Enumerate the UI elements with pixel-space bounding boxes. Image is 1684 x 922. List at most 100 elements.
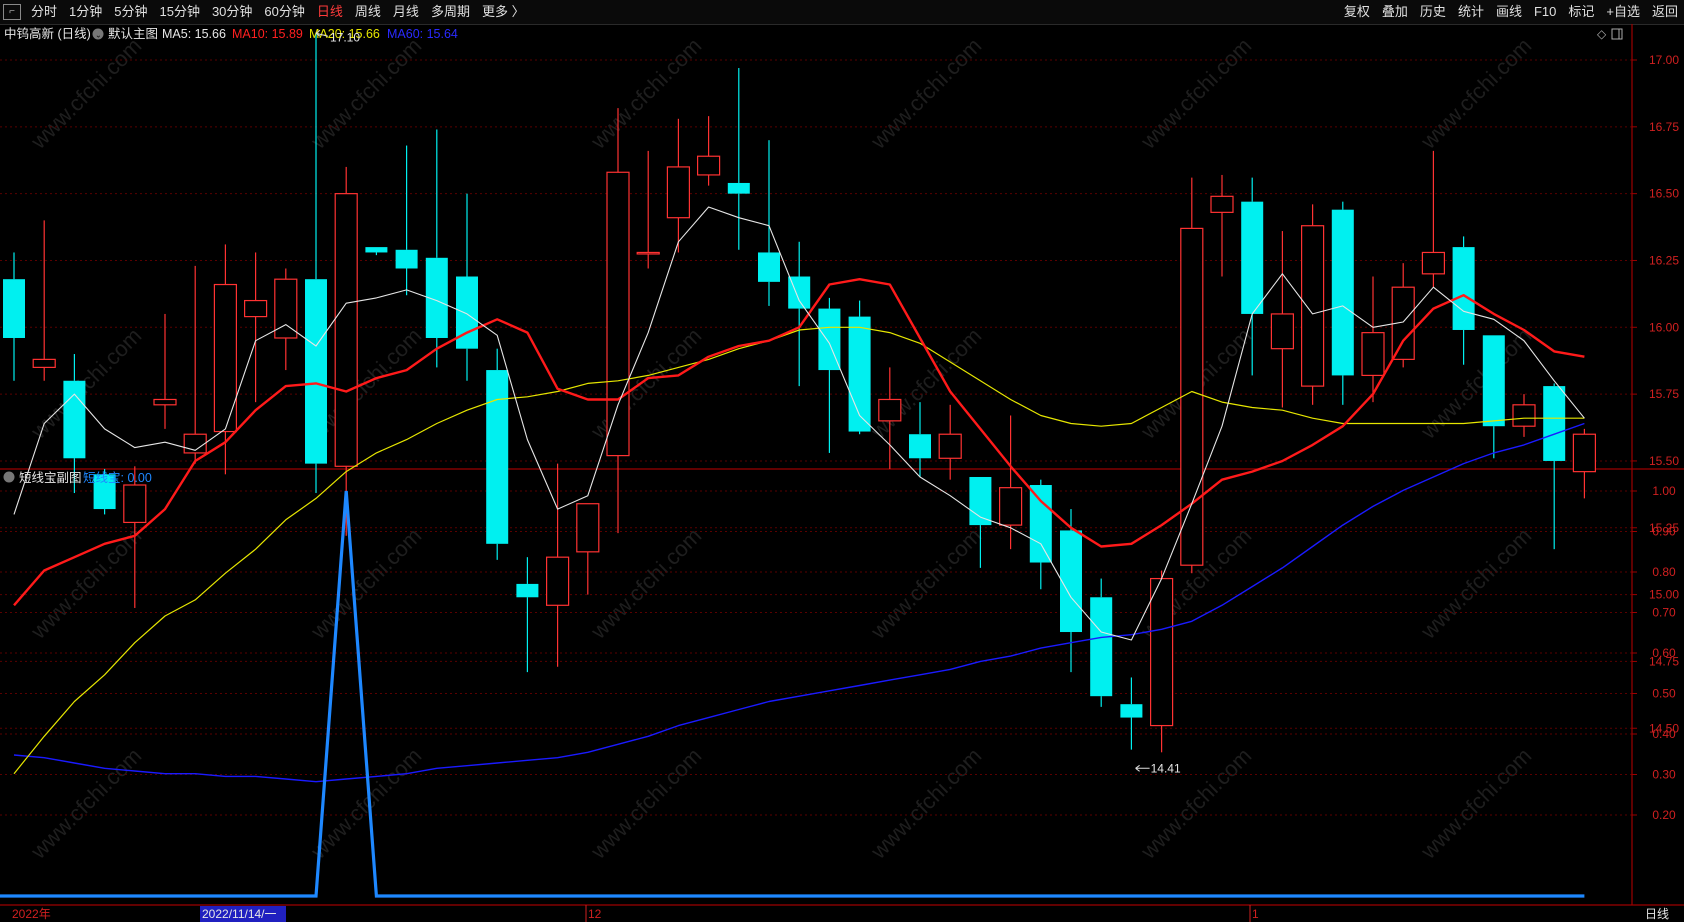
candle-up	[1391, 263, 1415, 368]
watermark-text: www.cfchi.com	[865, 743, 986, 864]
indicator-value-label: 短线宝: 0.00	[83, 471, 152, 485]
candle-body	[576, 503, 600, 553]
candle-down	[1543, 383, 1566, 550]
candle-down	[456, 193, 478, 381]
indicator-tick-label: 0.70	[1652, 606, 1676, 620]
ma20-line	[13, 326, 1585, 775]
candle-body	[969, 476, 992, 526]
period-indicator: 日线	[1645, 907, 1669, 921]
subchart-dropdown-icon[interactable]	[3, 471, 15, 483]
candle-down	[788, 241, 811, 387]
month-label-dec: 12	[588, 907, 602, 921]
candle-down	[486, 348, 509, 560]
candle-up	[1149, 570, 1174, 753]
watermark-text: www.cfchi.com	[25, 33, 146, 154]
candle-body	[1361, 332, 1385, 377]
candle-body	[1090, 597, 1113, 697]
candle-body	[1241, 201, 1264, 314]
candle-body	[1331, 209, 1354, 376]
candle-down	[1090, 578, 1113, 707]
ma60-line	[13, 422, 1585, 783]
indicator-tick-label: 0.90	[1652, 525, 1676, 539]
indicator-tick-label: 0.30	[1652, 768, 1676, 782]
watermark-text: www.cfchi.com	[25, 523, 146, 644]
price-axis: 17.0016.7516.5016.2516.0015.7515.5015.25…	[1632, 53, 1679, 735]
candle-down	[758, 140, 780, 306]
chevron-down-icon: ⌄	[95, 31, 102, 40]
candle-down	[1331, 201, 1354, 405]
candle-body	[1210, 195, 1234, 213]
watermark-text: www.cfchi.com	[865, 33, 986, 154]
indicator-axis: 1.00 0.90 0.80 0.70 0.60 0.50 0.40 0.30 0.20	[1632, 484, 1676, 822]
candle-body	[334, 193, 358, 467]
candle-up	[274, 268, 298, 371]
candle-body	[666, 166, 691, 219]
watermark-text: www.cfchi.com	[585, 743, 706, 864]
candle-body	[244, 299, 268, 318]
candle-up	[213, 244, 237, 475]
watermark-text: www.cfchi.com	[585, 523, 706, 644]
candle-body	[1270, 313, 1295, 350]
subchart-title[interactable]: 短线宝副图	[19, 470, 82, 485]
watermark-text: www.cfchi.com	[1415, 33, 1536, 154]
template-label[interactable]: 默认主图	[108, 26, 158, 41]
indicator-tick-label: 1.00	[1652, 484, 1676, 498]
candle-body	[63, 380, 86, 459]
candle-up	[183, 265, 207, 464]
candle-body	[606, 171, 630, 457]
watermark-text: www.cfchi.com	[25, 743, 146, 864]
candle-down	[3, 252, 25, 381]
candle-body	[636, 251, 660, 255]
price-tick-label: 15.50	[1649, 454, 1679, 468]
watermark-text: www.cfchi.com	[1415, 523, 1536, 644]
candle-body	[32, 358, 56, 368]
candle-up	[576, 503, 600, 595]
candle-body	[696, 155, 721, 176]
candle-body	[1149, 577, 1174, 727]
candle-body	[1482, 335, 1505, 427]
indicator-tick-label: 0.50	[1652, 687, 1676, 701]
watermark-text: www.cfchi.com	[305, 33, 426, 154]
diamond-icon[interactable]: ◇	[1597, 27, 1607, 41]
high-price-label: 17.10	[330, 30, 360, 44]
ma60-label: MA60: 15.64	[387, 27, 458, 41]
candle-body	[998, 487, 1023, 526]
candle-up	[32, 220, 56, 381]
sub-grid	[0, 490, 1632, 816]
cursor-date-label: 2022/11/14/一	[202, 907, 277, 921]
watermark-text: www.cfchi.com	[865, 523, 986, 644]
watermark-text: www.cfchi.com	[305, 523, 426, 644]
kline-chart[interactable]: www.cfchi.com www.cfchi.com www.cfchi.com w…	[0, 0, 1684, 922]
price-tick-label: 15.75	[1649, 387, 1679, 401]
candle-down	[365, 247, 388, 256]
watermark-text: www.cfchi.com	[585, 33, 706, 154]
candle-body	[395, 249, 418, 269]
candle-up	[1210, 174, 1234, 277]
price-tick-label: 16.50	[1649, 187, 1679, 201]
watermark-text: www.cfchi.com	[585, 323, 706, 444]
stock-name: 中钨高新 (日线)	[4, 26, 91, 41]
candle-down	[425, 129, 448, 368]
price-tick-label: 16.00	[1649, 320, 1679, 334]
month-label-jan: 1	[1252, 907, 1259, 921]
price-tick-label: 16.25	[1649, 253, 1679, 267]
candle-down	[727, 68, 750, 250]
price-tick-label: 17.00	[1649, 53, 1679, 67]
watermark-text: www.cfchi.com	[865, 323, 986, 444]
candle-up	[636, 150, 660, 269]
maximize-icon[interactable]	[1611, 28, 1623, 40]
candle-body	[486, 370, 509, 544]
indicator-tick-label: 0.20	[1652, 808, 1676, 822]
candle-up	[1421, 150, 1446, 288]
candle-body	[516, 583, 539, 598]
price-tick-label: 16.75	[1649, 120, 1679, 134]
candle-down	[305, 33, 327, 494]
candle-body	[213, 283, 237, 433]
ma10-label: MA10: 15.89	[232, 27, 303, 41]
indicator-tick-label: 0.40	[1652, 727, 1676, 741]
candle-up	[1270, 231, 1295, 408]
candle-body	[1029, 485, 1052, 563]
candle-up	[244, 252, 268, 403]
low-price-label: 14.41	[1151, 761, 1181, 775]
candle-down	[1482, 335, 1505, 459]
